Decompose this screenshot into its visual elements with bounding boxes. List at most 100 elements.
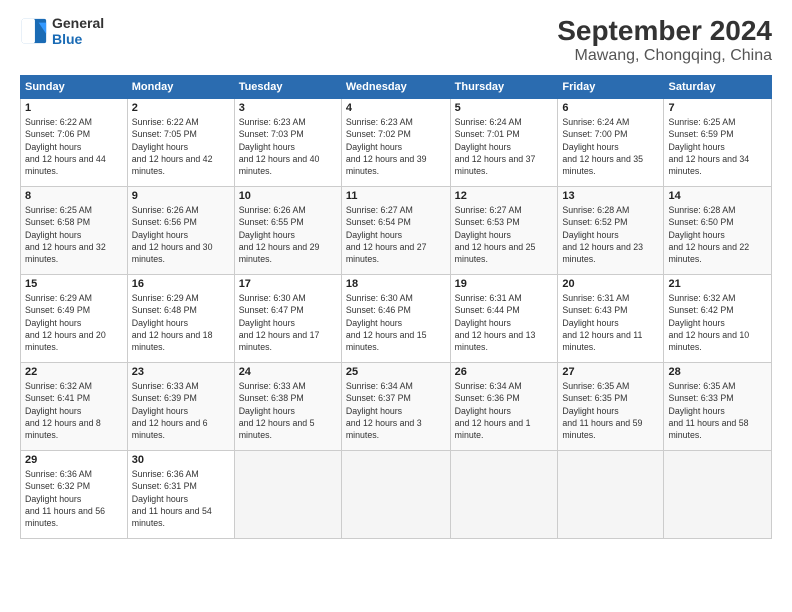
table-row: 13 Sunrise: 6:28 AM Sunset: 6:52 PM Dayl… (558, 187, 664, 275)
day-info: Sunrise: 6:28 AM Sunset: 6:52 PM Dayligh… (562, 204, 659, 266)
day-info: Sunrise: 6:33 AM Sunset: 6:39 PM Dayligh… (132, 380, 230, 442)
col-wednesday: Wednesday (341, 76, 450, 99)
title-block: September 2024 Mawang, Chongqing, China (557, 15, 772, 65)
calendar-week-row: 1 Sunrise: 6:22 AM Sunset: 7:06 PM Dayli… (21, 99, 772, 187)
table-row (450, 451, 558, 539)
col-sunday: Sunday (21, 76, 128, 99)
day-info: Sunrise: 6:32 AM Sunset: 6:41 PM Dayligh… (25, 380, 123, 442)
day-info: Sunrise: 6:26 AM Sunset: 6:55 PM Dayligh… (239, 204, 337, 266)
day-info: Sunrise: 6:31 AM Sunset: 6:43 PM Dayligh… (562, 292, 659, 354)
day-number: 29 (25, 454, 123, 466)
calendar-table: Sunday Monday Tuesday Wednesday Thursday… (20, 75, 772, 539)
calendar-week-row: 22 Sunrise: 6:32 AM Sunset: 6:41 PM Dayl… (21, 363, 772, 451)
table-row: 2 Sunrise: 6:22 AM Sunset: 7:05 PM Dayli… (127, 99, 234, 187)
day-info: Sunrise: 6:24 AM Sunset: 7:01 PM Dayligh… (455, 116, 554, 178)
col-thursday: Thursday (450, 76, 558, 99)
table-row: 28 Sunrise: 6:35 AM Sunset: 6:33 PM Dayl… (664, 363, 772, 451)
day-number: 10 (239, 190, 337, 202)
table-row (558, 451, 664, 539)
day-number: 28 (668, 366, 767, 378)
day-number: 12 (455, 190, 554, 202)
table-row: 17 Sunrise: 6:30 AM Sunset: 6:47 PM Dayl… (234, 275, 341, 363)
day-info: Sunrise: 6:25 AM Sunset: 6:58 PM Dayligh… (25, 204, 123, 266)
day-info: Sunrise: 6:23 AM Sunset: 7:02 PM Dayligh… (346, 116, 446, 178)
month-title: September 2024 (557, 15, 772, 47)
day-info: Sunrise: 6:34 AM Sunset: 6:36 PM Dayligh… (455, 380, 554, 442)
table-row: 15 Sunrise: 6:29 AM Sunset: 6:49 PM Dayl… (21, 275, 128, 363)
day-info: Sunrise: 6:36 AM Sunset: 6:31 PM Dayligh… (132, 468, 230, 530)
day-info: Sunrise: 6:26 AM Sunset: 6:56 PM Dayligh… (132, 204, 230, 266)
day-number: 9 (132, 190, 230, 202)
table-row: 3 Sunrise: 6:23 AM Sunset: 7:03 PM Dayli… (234, 99, 341, 187)
table-row (234, 451, 341, 539)
table-row: 5 Sunrise: 6:24 AM Sunset: 7:01 PM Dayli… (450, 99, 558, 187)
col-tuesday: Tuesday (234, 76, 341, 99)
day-number: 22 (25, 366, 123, 378)
table-row: 18 Sunrise: 6:30 AM Sunset: 6:46 PM Dayl… (341, 275, 450, 363)
day-info: Sunrise: 6:28 AM Sunset: 6:50 PM Dayligh… (668, 204, 767, 266)
day-number: 17 (239, 278, 337, 290)
day-number: 8 (25, 190, 123, 202)
calendar-week-row: 15 Sunrise: 6:29 AM Sunset: 6:49 PM Dayl… (21, 275, 772, 363)
table-row: 22 Sunrise: 6:32 AM Sunset: 6:41 PM Dayl… (21, 363, 128, 451)
calendar-week-row: 29 Sunrise: 6:36 AM Sunset: 6:32 PM Dayl… (21, 451, 772, 539)
day-number: 3 (239, 102, 337, 114)
table-row: 24 Sunrise: 6:33 AM Sunset: 6:38 PM Dayl… (234, 363, 341, 451)
day-info: Sunrise: 6:31 AM Sunset: 6:44 PM Dayligh… (455, 292, 554, 354)
calendar-header-row: Sunday Monday Tuesday Wednesday Thursday… (21, 76, 772, 99)
day-number: 20 (562, 278, 659, 290)
table-row (664, 451, 772, 539)
day-number: 30 (132, 454, 230, 466)
day-number: 1 (25, 102, 123, 114)
day-info: Sunrise: 6:25 AM Sunset: 6:59 PM Dayligh… (668, 116, 767, 178)
day-info: Sunrise: 6:27 AM Sunset: 6:53 PM Dayligh… (455, 204, 554, 266)
table-row: 14 Sunrise: 6:28 AM Sunset: 6:50 PM Dayl… (664, 187, 772, 275)
day-info: Sunrise: 6:22 AM Sunset: 7:05 PM Dayligh… (132, 116, 230, 178)
table-row: 27 Sunrise: 6:35 AM Sunset: 6:35 PM Dayl… (558, 363, 664, 451)
day-info: Sunrise: 6:24 AM Sunset: 7:00 PM Dayligh… (562, 116, 659, 178)
col-saturday: Saturday (664, 76, 772, 99)
day-number: 2 (132, 102, 230, 114)
day-number: 4 (346, 102, 446, 114)
day-number: 19 (455, 278, 554, 290)
day-number: 25 (346, 366, 446, 378)
table-row: 9 Sunrise: 6:26 AM Sunset: 6:56 PM Dayli… (127, 187, 234, 275)
day-number: 18 (346, 278, 446, 290)
table-row: 16 Sunrise: 6:29 AM Sunset: 6:48 PM Dayl… (127, 275, 234, 363)
day-number: 23 (132, 366, 230, 378)
table-row: 20 Sunrise: 6:31 AM Sunset: 6:43 PM Dayl… (558, 275, 664, 363)
table-row: 8 Sunrise: 6:25 AM Sunset: 6:58 PM Dayli… (21, 187, 128, 275)
day-info: Sunrise: 6:30 AM Sunset: 6:46 PM Dayligh… (346, 292, 446, 354)
table-row: 26 Sunrise: 6:34 AM Sunset: 6:36 PM Dayl… (450, 363, 558, 451)
day-number: 7 (668, 102, 767, 114)
table-row (341, 451, 450, 539)
day-info: Sunrise: 6:34 AM Sunset: 6:37 PM Dayligh… (346, 380, 446, 442)
day-number: 15 (25, 278, 123, 290)
calendar-week-row: 8 Sunrise: 6:25 AM Sunset: 6:58 PM Dayli… (21, 187, 772, 275)
day-number: 16 (132, 278, 230, 290)
day-number: 27 (562, 366, 659, 378)
day-number: 14 (668, 190, 767, 202)
col-friday: Friday (558, 76, 664, 99)
day-number: 11 (346, 190, 446, 202)
table-row: 6 Sunrise: 6:24 AM Sunset: 7:00 PM Dayli… (558, 99, 664, 187)
day-number: 24 (239, 366, 337, 378)
table-row: 7 Sunrise: 6:25 AM Sunset: 6:59 PM Dayli… (664, 99, 772, 187)
table-row: 29 Sunrise: 6:36 AM Sunset: 6:32 PM Dayl… (21, 451, 128, 539)
day-info: Sunrise: 6:23 AM Sunset: 7:03 PM Dayligh… (239, 116, 337, 178)
day-info: Sunrise: 6:22 AM Sunset: 7:06 PM Dayligh… (25, 116, 123, 178)
logo-icon (20, 17, 48, 45)
day-number: 5 (455, 102, 554, 114)
table-row: 30 Sunrise: 6:36 AM Sunset: 6:31 PM Dayl… (127, 451, 234, 539)
table-row: 11 Sunrise: 6:27 AM Sunset: 6:54 PM Dayl… (341, 187, 450, 275)
day-number: 6 (562, 102, 659, 114)
day-info: Sunrise: 6:33 AM Sunset: 6:38 PM Dayligh… (239, 380, 337, 442)
day-info: Sunrise: 6:35 AM Sunset: 6:35 PM Dayligh… (562, 380, 659, 442)
day-info: Sunrise: 6:30 AM Sunset: 6:47 PM Dayligh… (239, 292, 337, 354)
col-monday: Monday (127, 76, 234, 99)
logo-text: General Blue (52, 15, 104, 47)
day-info: Sunrise: 6:32 AM Sunset: 6:42 PM Dayligh… (668, 292, 767, 354)
table-row: 4 Sunrise: 6:23 AM Sunset: 7:02 PM Dayli… (341, 99, 450, 187)
day-info: Sunrise: 6:35 AM Sunset: 6:33 PM Dayligh… (668, 380, 767, 442)
logo: General Blue (20, 15, 104, 47)
